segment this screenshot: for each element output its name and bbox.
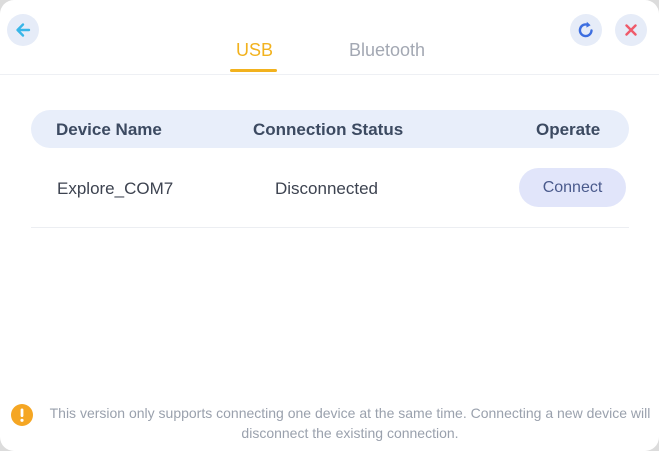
connection-status-cell: Disconnected (275, 179, 379, 198)
table-row: Explore_COM7 Disconnected Connect (31, 155, 629, 228)
connection-type-tabs: USB Bluetooth (0, 0, 659, 74)
device-connection-dialog: USB Bluetooth Device Name Connection Sta… (0, 0, 659, 451)
column-header-connection-status: Connection Status (253, 120, 404, 139)
table-header: Device Name Connection Status Operate (31, 110, 629, 148)
notice-bar: This version only supports connecting on… (0, 400, 659, 448)
active-tab-indicator (230, 69, 277, 72)
warning-icon (11, 404, 33, 426)
tab-bluetooth[interactable]: Bluetooth (349, 40, 425, 61)
column-header-device-name: Device Name (56, 120, 162, 139)
tabs-divider (0, 74, 659, 75)
notice-text: This version only supports connecting on… (49, 405, 651, 441)
column-header-operate: Operate (536, 120, 601, 139)
tab-usb[interactable]: USB (236, 40, 273, 61)
connect-button[interactable]: Connect (519, 168, 626, 207)
device-name-cell: Explore_COM7 (57, 179, 174, 198)
